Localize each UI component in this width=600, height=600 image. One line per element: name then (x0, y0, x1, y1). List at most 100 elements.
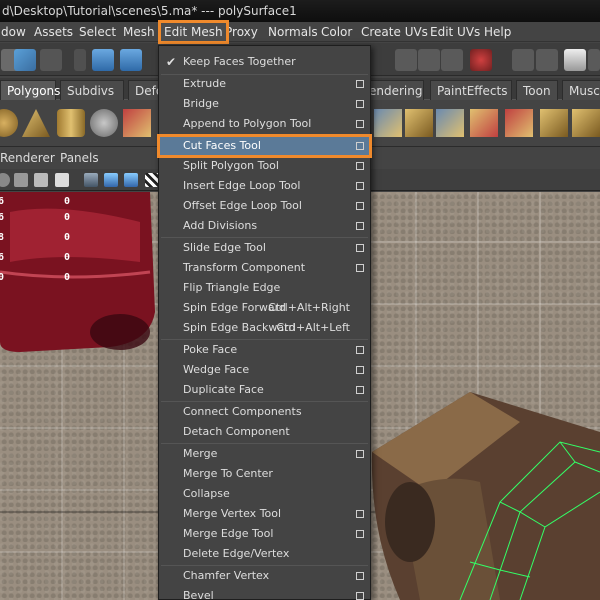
menu-item-detach-component[interactable]: Detach Component (159, 422, 370, 442)
frame-all-icon[interactable] (14, 173, 28, 187)
menu-renderer[interactable]: Renderer (0, 151, 55, 165)
poly-torus-icon[interactable] (0, 109, 18, 137)
tab-rendering[interactable]: endering (362, 80, 424, 100)
merge-icon[interactable] (572, 109, 600, 137)
menu-panels[interactable]: Panels (60, 151, 99, 165)
append-polygon-icon[interactable] (470, 109, 498, 137)
option-box-icon[interactable] (356, 100, 364, 108)
menu-edit-mesh[interactable]: Edit Mesh (158, 20, 229, 44)
tab-polygons[interactable]: Polygons (0, 80, 60, 100)
menu-item-delete-edge-vertex[interactable]: Delete Edge/Vertex (159, 544, 370, 564)
poly-cylinder-icon[interactable] (57, 109, 85, 137)
menu-item-label: Merge Vertex Tool (183, 507, 282, 520)
menu-item-wedge-face[interactable]: Wedge Face (159, 360, 370, 380)
menu-proxy[interactable]: Proxy (224, 22, 259, 42)
tab-muscle[interactable]: Muscle (562, 80, 600, 100)
texture-icon[interactable] (55, 173, 69, 187)
tab-subdivs[interactable]: Subdivs (60, 80, 124, 100)
menu-item-spin-edge-forward[interactable]: Spin Edge Forward Ctrl+Alt+Right (159, 298, 370, 318)
menu-mesh[interactable]: Mesh (122, 22, 156, 42)
menu-item-label: Delete Edge/Vertex (183, 547, 290, 560)
menu-select[interactable]: Select (78, 22, 117, 42)
menu-item-split-polygon[interactable]: Split Polygon Tool (159, 156, 370, 176)
split-polygon-icon[interactable] (505, 109, 533, 137)
menu-item-insert-edge-loop[interactable]: Insert Edge Loop Tool (159, 176, 370, 196)
bridge-icon[interactable] (436, 109, 464, 137)
points-mask-icon[interactable] (92, 49, 114, 71)
menu-item-bridge[interactable]: Bridge (159, 94, 370, 114)
menu-color[interactable]: Color (320, 22, 353, 42)
menu-item-chamfer-vertex[interactable]: Chamfer Vertex (159, 566, 370, 586)
option-box-icon[interactable] (356, 182, 364, 190)
tab-toon[interactable]: Toon (516, 80, 558, 100)
option-box-icon[interactable] (356, 366, 364, 374)
menu-item-collapse[interactable]: Collapse (159, 484, 370, 504)
ipr-render-icon[interactable] (588, 49, 600, 71)
select-by-object-icon[interactable] (14, 49, 36, 71)
menu-item-add-divisions[interactable]: Add Divisions (159, 216, 370, 236)
option-box-icon[interactable] (356, 202, 364, 210)
output-ops-icon[interactable] (536, 49, 558, 71)
magnet-icon[interactable] (470, 49, 492, 71)
menu-item-duplicate-face[interactable]: Duplicate Face (159, 380, 370, 400)
tab-painteffects[interactable]: PaintEffects (430, 80, 512, 100)
menu-item-cut-faces[interactable]: Cut Faces Tool (157, 134, 372, 158)
option-box-icon[interactable] (356, 450, 364, 458)
menu-create-uvs[interactable]: Create UVs (360, 22, 429, 42)
select-by-component-icon[interactable] (40, 49, 62, 71)
option-box-icon[interactable] (356, 222, 364, 230)
menu-item-extrude[interactable]: Extrude (159, 74, 370, 94)
extrude-icon[interactable] (374, 109, 402, 137)
checker-icon[interactable] (145, 173, 159, 187)
menu-item-bevel[interactable]: Bevel (159, 586, 370, 600)
menu-item-poke-face[interactable]: Poke Face (159, 340, 370, 360)
selection-mask-icon[interactable] (74, 49, 86, 71)
menu-item-slide-edge[interactable]: Slide Edge Tool (159, 238, 370, 258)
menu-window[interactable]: dow (0, 22, 27, 42)
combine-icon[interactable] (123, 109, 151, 137)
shaded-wire-icon[interactable] (124, 173, 138, 187)
menu-item-flip-triangle-edge[interactable]: Flip Triangle Edge (159, 278, 370, 298)
option-box-icon[interactable] (356, 142, 364, 150)
menu-item-offset-edge-loop[interactable]: Offset Edge Loop Tool (159, 196, 370, 216)
option-box-icon[interactable] (356, 346, 364, 354)
menu-help[interactable]: Help (483, 22, 512, 42)
option-box-icon[interactable] (356, 162, 364, 170)
insert-edge-loop-icon[interactable] (540, 109, 568, 137)
menu-item-merge[interactable]: Merge (159, 444, 370, 464)
snap-to-point-icon[interactable] (441, 49, 463, 71)
menu-item-merge-edge-tool[interactable]: Merge Edge Tool (159, 524, 370, 544)
wireframe-icon[interactable] (84, 173, 98, 187)
snap-to-curve-icon[interactable] (418, 49, 440, 71)
option-box-icon[interactable] (356, 530, 364, 538)
menu-normals[interactable]: Normals (267, 22, 319, 42)
keep-faces-together-toggle[interactable]: ✔ Keep Faces Together (159, 52, 370, 72)
option-box-icon[interactable] (356, 244, 364, 252)
menu-item-label: Offset Edge Loop Tool (183, 199, 302, 212)
xray-icon[interactable] (34, 173, 48, 187)
menu-assets[interactable]: Assets (33, 22, 74, 42)
soccer-ball-icon[interactable] (90, 109, 118, 137)
option-box-icon[interactable] (356, 572, 364, 580)
render-view-icon[interactable] (564, 49, 586, 71)
poly-cone-icon[interactable] (22, 109, 50, 137)
edges-mask-icon[interactable] (120, 49, 142, 71)
option-box-icon[interactable] (356, 386, 364, 394)
option-box-icon[interactable] (356, 264, 364, 272)
menu-item-merge-vertex-tool[interactable]: Merge Vertex Tool (159, 504, 370, 524)
option-box-icon[interactable] (356, 510, 364, 518)
camera-icon[interactable] (0, 173, 10, 187)
menu-item-spin-edge-backward[interactable]: Spin Edge Backward Ctrl+Alt+Left (159, 318, 370, 338)
menu-edit-uvs[interactable]: Edit UVs (429, 22, 481, 42)
snap-to-grid-icon[interactable] (395, 49, 417, 71)
input-ops-icon[interactable] (512, 49, 534, 71)
menu-item-connect-components[interactable]: Connect Components (159, 402, 370, 422)
menu-item-append-polygon[interactable]: Append to Polygon Tool (159, 114, 370, 134)
smooth-shade-icon[interactable] (104, 173, 118, 187)
option-box-icon[interactable] (356, 120, 364, 128)
option-box-icon[interactable] (356, 592, 364, 600)
bevel-icon[interactable] (405, 109, 433, 137)
menu-item-merge-to-center[interactable]: Merge To Center (159, 464, 370, 484)
option-box-icon[interactable] (356, 80, 364, 88)
menu-item-transform-component[interactable]: Transform Component (159, 258, 370, 278)
